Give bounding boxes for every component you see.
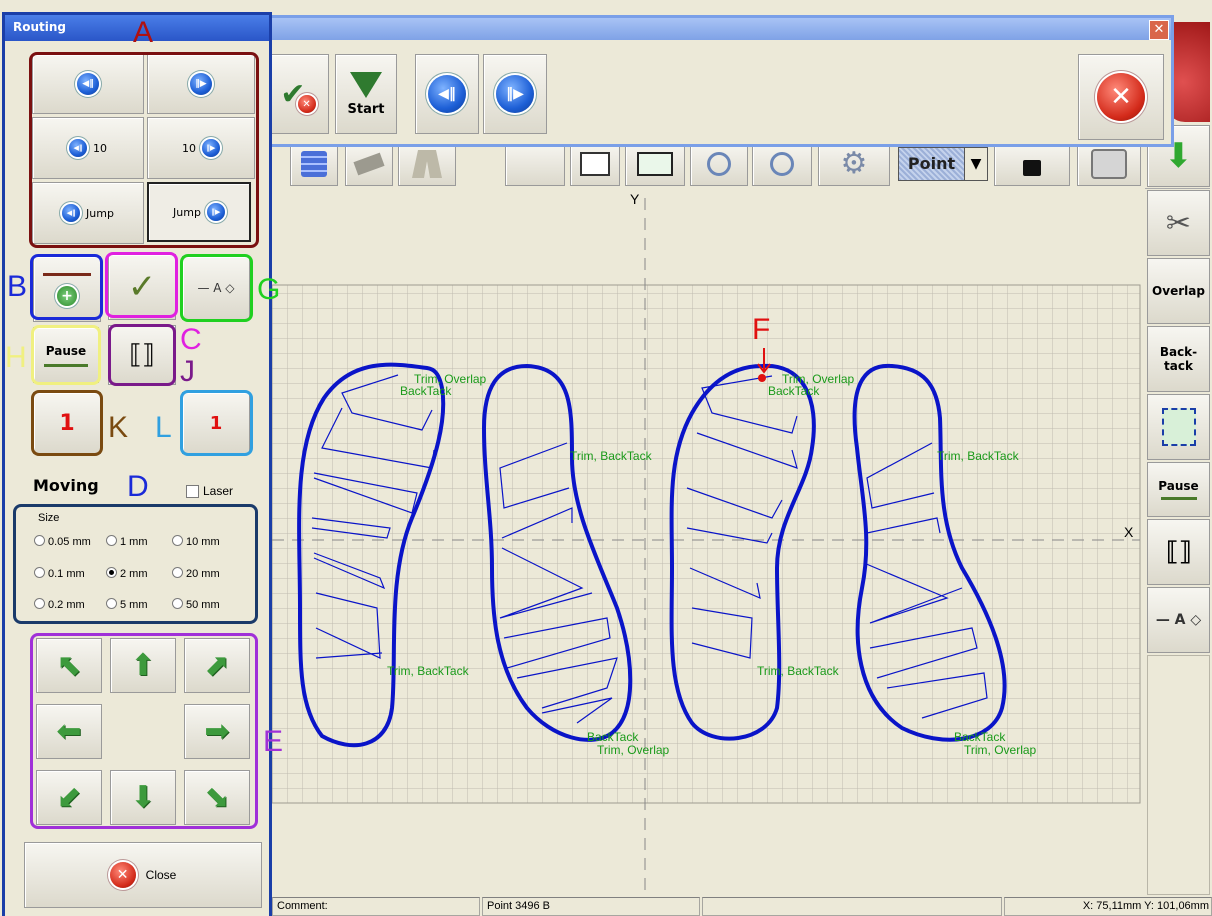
annotation-box-b [30,254,103,320]
mode-select-value: Point [899,148,964,180]
annotation-box-g [180,254,253,322]
backtack-label: Back- tack [1159,345,1198,373]
annotation-box-j [108,324,176,386]
tool-button-5[interactable] [570,142,620,186]
lock-icon[interactable] [994,142,1070,186]
size-option-0-05mm[interactable]: 0.05 mm [34,535,91,548]
annotation-letter-c: C [180,323,202,356]
annotation-letter-f: F [752,313,771,346]
zoom-in-icon[interactable] [690,142,748,186]
right-pause-button[interactable]: Pause [1147,462,1210,517]
popup-next-button[interactable]: ‖▶ [483,54,547,134]
label-s2-trim-backtack: Trim, BackTack [570,449,653,463]
popup-prev-button[interactable]: ◀‖ [415,54,479,134]
x-axis-label: X [1124,524,1134,540]
zoom-out-icon[interactable] [752,142,812,186]
tool-button-2[interactable] [345,142,393,186]
label-s4-trim-overlap: Trim, Overlap [964,743,1037,757]
size-legend: Size [38,512,60,524]
close-button[interactable]: ✕ Close [24,842,262,908]
right-offset-icon[interactable]: ⟦⟧ [1147,519,1210,585]
size-option-0-1mm[interactable]: 0.1 mm [34,567,85,580]
tool-button-6[interactable] [625,142,685,186]
routing-title: Routing [13,20,67,34]
status-coords: X: 75,11mm Y: 101,06mm [1004,897,1212,916]
annotation-box-k [31,390,103,456]
popup-title-bar [265,18,1171,40]
status-comment: Comment: [272,897,480,916]
annotation-letter-d: D [127,470,149,503]
tool-button-4[interactable] [505,142,565,186]
size-option-50mm[interactable]: 50 mm [172,598,220,611]
status-point: Point 3496 B [482,897,700,916]
label-s4-trim-backtack: Trim, BackTack [937,449,1020,463]
stop-x-icon: ✕ [1097,73,1145,121]
label-s1-trim-backtack: Trim, BackTack [387,664,470,678]
popup-close-icon[interactable]: ✕ [1149,20,1169,40]
annotation-letter-g: G [257,273,281,306]
gear-icon[interactable]: ⚙ [818,142,890,186]
laser-checkbox[interactable] [186,485,199,498]
annotation-box-h [31,325,101,385]
current-point-marker [758,374,766,382]
cancel-start-button[interactable]: ✔ ✕ [267,54,329,134]
popup-stop-button[interactable]: ✕ [1078,54,1164,140]
label-s2-backtack: BackTack [587,730,639,744]
size-option-10mm[interactable]: 10 mm [172,535,220,548]
label-s3-trim-backtack: Trim, BackTack [757,664,840,678]
size-option-5mm[interactable]: 5 mm [106,598,148,611]
overlap-button[interactable]: Overlap [1147,258,1210,324]
laser-label: Laser [203,484,234,498]
scissors-trim-button[interactable]: ✂ [1147,190,1210,256]
next-icon: ‖▶ [496,75,534,113]
toolbar-popup-window: ✕ ✔ ✕ Start ◀‖ ‖▶ ✕ [262,15,1174,147]
annotation-letter-l: L [155,411,172,444]
start-button[interactable]: Start [335,54,397,134]
annotation-letter-k: K [108,411,129,444]
grid-tool-button[interactable] [290,142,338,186]
annotation-box-l [180,390,253,456]
close-label: Close [145,868,177,882]
right-column-fill [1147,655,1210,895]
annotation-box-magenta [105,252,178,318]
size-option-0-2mm[interactable]: 0.2 mm [34,598,85,611]
prev-icon: ◀‖ [428,75,466,113]
y-axis-label: Y [630,191,640,207]
camera-icon[interactable] [1077,142,1141,186]
drawing-canvas[interactable]: Trim, Overlap BackTack Trim, BackTack Tr… [272,188,1145,895]
right-eraser-icon[interactable]: — A ◇ [1147,587,1210,653]
annotation-box-e [30,633,258,829]
overlap-label: Overlap [1152,284,1205,298]
annotation-letter-h: H [5,341,27,374]
size-option-1mm[interactable]: 1 mm [106,535,148,548]
annotation-letter-b: B [7,270,28,303]
mode-select[interactable]: Point ▼ [898,147,988,181]
close-x-icon: ✕ [109,862,136,888]
tool-button-3[interactable] [398,142,456,186]
label-s1-backtack: BackTack [400,384,452,398]
label-s4-backtack: BackTack [954,730,1006,744]
annotation-letter-j: J [180,355,195,388]
size-option-20mm[interactable]: 20 mm [172,567,220,580]
backtack-button[interactable]: Back- tack [1147,326,1210,392]
annotation-letter-a: A [133,16,154,49]
status-empty [702,897,1002,916]
start-label: Start [347,101,385,117]
right-pause-label: Pause [1158,479,1199,493]
pattern-drawing: Trim, Overlap BackTack Trim, BackTack Tr… [272,191,1141,895]
clamp-icon[interactable] [1147,394,1210,460]
chevron-down-icon[interactable]: ▼ [964,148,987,180]
annotation-letter-e: E [263,725,284,758]
start-triangle-icon [350,71,382,98]
annotation-box-a [29,52,259,248]
moving-title: Moving [33,476,99,495]
label-s2-trim-overlap: Trim, Overlap [597,743,670,757]
label-s3-backtack: BackTack [768,384,820,398]
size-option-2mm[interactable]: 2 mm [106,567,148,580]
